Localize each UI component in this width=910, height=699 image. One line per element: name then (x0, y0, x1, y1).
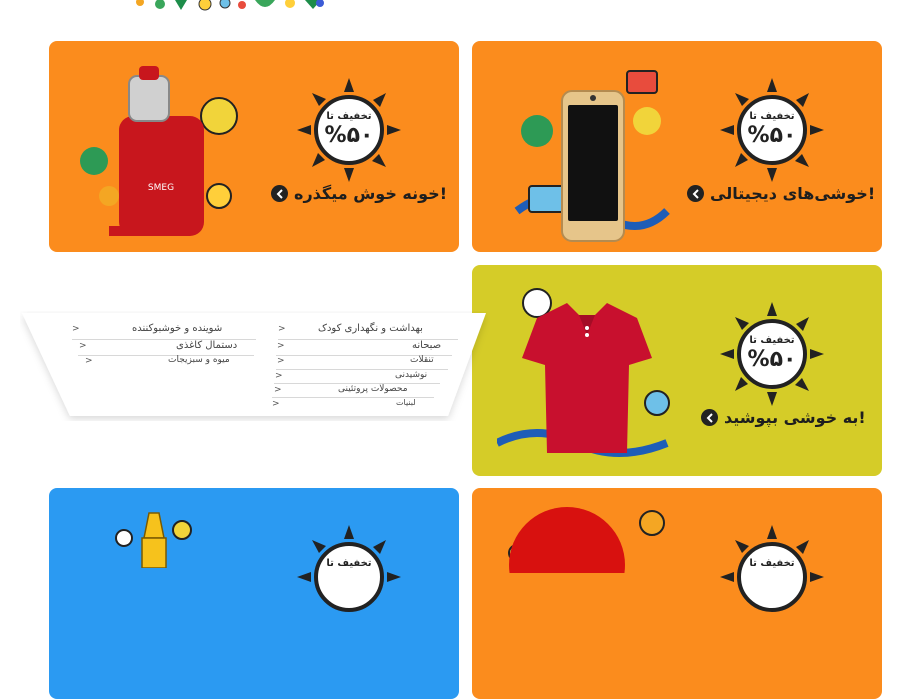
chevron-left-icon: > (85, 356, 93, 366)
badge-label: تخفیف تا (749, 335, 795, 346)
chevron-left-icon: > (277, 356, 285, 366)
discount-badge: تخفیف تا %۵۰ (720, 78, 824, 182)
chevron-left-icon[interactable] (687, 185, 704, 202)
banner-headline: خوشی‌های دیجیتالی! (687, 184, 875, 203)
chevron-left-icon: > (79, 341, 87, 351)
banner-fashion[interactable]: تخفیف تا %۵۰ به خوشی بپوشید! (472, 265, 882, 476)
banner-headline: خونه خوش میگذره! (271, 184, 447, 203)
svg-text:SMEG: SMEG (148, 183, 174, 193)
menu-item-fruits[interactable]: میوه و سبزیجات (168, 355, 230, 365)
sun-badge-icon (720, 525, 824, 612)
perfume-illustration (115, 512, 192, 568)
phone-illustration (514, 70, 670, 242)
discount-badge: تخفیف تا (297, 525, 401, 629)
badge-label: تخفیف تا (326, 111, 372, 122)
badge-value: %۵۰ (324, 123, 374, 148)
chevron-left-icon: > (277, 341, 285, 351)
banner-headline-text: به خوشی بپوشید! (724, 408, 866, 427)
menu-item-tissue[interactable]: دستمال کاغذی (176, 340, 237, 351)
banner-red[interactable]: تخفیف تا (472, 488, 882, 699)
menu-item-detergents[interactable]: شوینده و خوشبوکننده (132, 323, 222, 334)
banner-headline-text: خونه خوش میگذره! (294, 184, 447, 203)
banner-headline-text: خوشی‌های دیجیتالی! (710, 184, 876, 203)
banner-blue[interactable]: تخفیف تا (49, 488, 459, 699)
menu-item-baby-care[interactable]: بهداشت و نگهداری کودک (318, 323, 423, 334)
badge-label: تخفیف تا (749, 111, 795, 122)
juicer-illustration: SMEG (80, 66, 238, 236)
menu-item-protein[interactable]: محصولات پروتئینی (338, 384, 408, 394)
banner-headline: به خوشی بپوشید! (701, 408, 866, 427)
banner-home[interactable]: SMEG تخفیف تا %۵۰ خونه خوش میگذره! (49, 41, 459, 252)
menu-item-snacks[interactable]: تنقلات (410, 355, 434, 365)
discount-badge: تخفیف تا %۵۰ (720, 302, 824, 406)
polo-shirt-illustration (497, 288, 670, 457)
menu-item-dairy[interactable]: لبنیات (396, 398, 416, 407)
menu-item-breakfast[interactable]: صبحانه (412, 340, 441, 351)
badge-label: تخفیف تا (326, 558, 372, 569)
decorative-doodles (136, 0, 324, 11)
chevron-left-icon: > (272, 399, 280, 409)
chevron-left-icon: > (275, 371, 283, 381)
red-product-illustration (508, 507, 665, 573)
chevron-left-icon[interactable] (271, 185, 288, 202)
discount-badge: تخفیف تا (720, 525, 824, 629)
sun-badge-icon (297, 525, 401, 612)
chevron-left-icon: > (274, 385, 282, 395)
discount-badge: تخفیف تا %۵۰ (297, 78, 401, 182)
banner-digital[interactable]: تخفیف تا %۵۰ خوشی‌های دیجیتالی! (472, 41, 882, 252)
chevron-left-icon: > (72, 324, 80, 334)
badge-value: %۵۰ (747, 347, 797, 372)
badge-label: تخفیف تا (749, 558, 795, 569)
menu-item-beverages[interactable]: نوشیدنی (395, 370, 427, 380)
chevron-left-icon: > (278, 324, 286, 334)
chevron-left-icon[interactable] (701, 409, 718, 426)
badge-value: %۵۰ (747, 123, 797, 148)
